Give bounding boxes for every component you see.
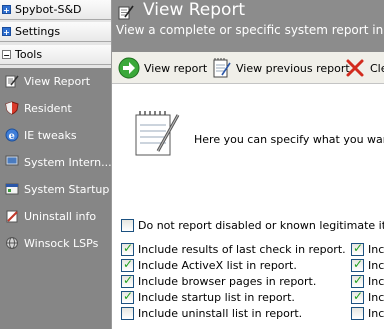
option-label: Include results of last check in report. xyxy=(138,243,346,256)
expand-plus-icon[interactable]: + xyxy=(2,5,11,15)
option-label: Include browser pages in report. xyxy=(138,275,317,288)
sidebar-item-label: System Startup xyxy=(24,183,110,196)
checkbox[interactable] xyxy=(351,289,364,304)
checkbox[interactable] xyxy=(121,307,134,320)
sidebar-item-ie-tweaks[interactable]: e IE tweaks xyxy=(0,122,111,149)
network-icon xyxy=(6,237,18,249)
shield-icon xyxy=(5,101,19,115)
option-label: Include ActiveX list in report. xyxy=(138,259,297,272)
close-x-icon xyxy=(346,59,364,77)
sidebar-item-uninstall-info[interactable]: Uninstall info xyxy=(0,203,111,230)
intro-text: Here you can specify what you want in th xyxy=(194,133,384,146)
collapse-minus-icon[interactable]: − xyxy=(2,50,11,60)
section-tools[interactable]: − Tools xyxy=(0,45,111,65)
monitor-icon xyxy=(5,155,19,168)
page-header: View Report View a complete or specific … xyxy=(112,0,384,52)
green-arrow-icon xyxy=(118,57,140,79)
option-label: Do not report disabled or known legitima… xyxy=(138,219,384,232)
view-previous-report-label: View previous report xyxy=(236,62,350,75)
option-label: Include startup list in report. xyxy=(138,291,295,304)
svg-text:e: e xyxy=(9,131,15,142)
checkbox[interactable] xyxy=(121,289,134,304)
toolbar: View report View previous report Cle xyxy=(112,52,384,84)
view-report-button[interactable]: View report xyxy=(118,52,208,84)
startup-icon xyxy=(5,183,19,195)
sidebar-item-view-report[interactable]: View Report xyxy=(0,68,111,95)
checkbox[interactable] xyxy=(351,273,364,288)
sidebar-item-system-startup[interactable]: System Startup xyxy=(0,176,111,203)
uninstall-icon xyxy=(6,210,18,223)
option-label: Incl xyxy=(368,259,384,272)
checkbox[interactable] xyxy=(351,241,364,256)
option-label: Incl xyxy=(368,275,384,288)
section-settings-label: Settings xyxy=(15,25,61,38)
clear-label: Cle xyxy=(370,62,384,75)
option-label: Include uninstall list in report. xyxy=(138,307,303,320)
checkbox[interactable] xyxy=(351,257,364,272)
section-spybot[interactable]: + Spybot-S&D xyxy=(0,0,111,20)
section-tools-label: Tools xyxy=(15,48,43,61)
document-pencil-icon xyxy=(5,75,19,88)
option-label: Incl xyxy=(368,243,384,256)
ie-globe-icon: e xyxy=(5,128,19,142)
sidebar: + Spybot-S&D + Settings − Tools View Rep… xyxy=(0,0,112,329)
checkbox[interactable] xyxy=(121,241,134,256)
sidebar-item-system-internals[interactable]: System Intern... xyxy=(0,149,112,176)
section-settings[interactable]: + Settings xyxy=(0,22,111,42)
checkbox[interactable] xyxy=(121,219,134,232)
document-pencil-icon xyxy=(118,5,134,20)
sidebar-item-label: Winsock LSPs xyxy=(24,237,99,250)
checkbox[interactable] xyxy=(121,257,134,272)
sidebar-item-label: View Report xyxy=(24,75,91,88)
section-spybot-label: Spybot-S&D xyxy=(15,3,82,16)
checkbox[interactable] xyxy=(351,307,364,320)
option-label: Incl xyxy=(368,291,384,304)
clear-button[interactable]: Cle xyxy=(344,52,384,84)
content-area: Here you can specify what you want in th… xyxy=(112,85,384,329)
view-previous-report-button[interactable]: View previous report xyxy=(210,52,350,84)
option-label: Incl xyxy=(368,307,384,320)
page-title: View Report xyxy=(143,0,246,20)
sidebar-item-winsock-lsps[interactable]: Winsock LSPs xyxy=(0,230,111,257)
sidebar-item-label: Uninstall info xyxy=(24,210,97,223)
sidebar-item-label: Resident xyxy=(24,102,72,115)
notepad-icon xyxy=(213,58,231,78)
view-report-label: View report xyxy=(144,62,208,75)
page-subtitle: View a complete or specific system repor… xyxy=(116,23,384,37)
sidebar-item-resident[interactable]: Resident xyxy=(0,95,111,122)
tools-list: View Report Resident e IE tweaks System … xyxy=(0,68,112,329)
main-panel: View Report View a complete or specific … xyxy=(112,0,384,329)
notepad-icon xyxy=(135,111,180,156)
sidebar-item-label: IE tweaks xyxy=(24,129,77,142)
expand-plus-icon[interactable]: + xyxy=(2,27,11,37)
checkbox[interactable] xyxy=(121,273,134,288)
sidebar-item-label: System Intern... xyxy=(24,156,112,169)
